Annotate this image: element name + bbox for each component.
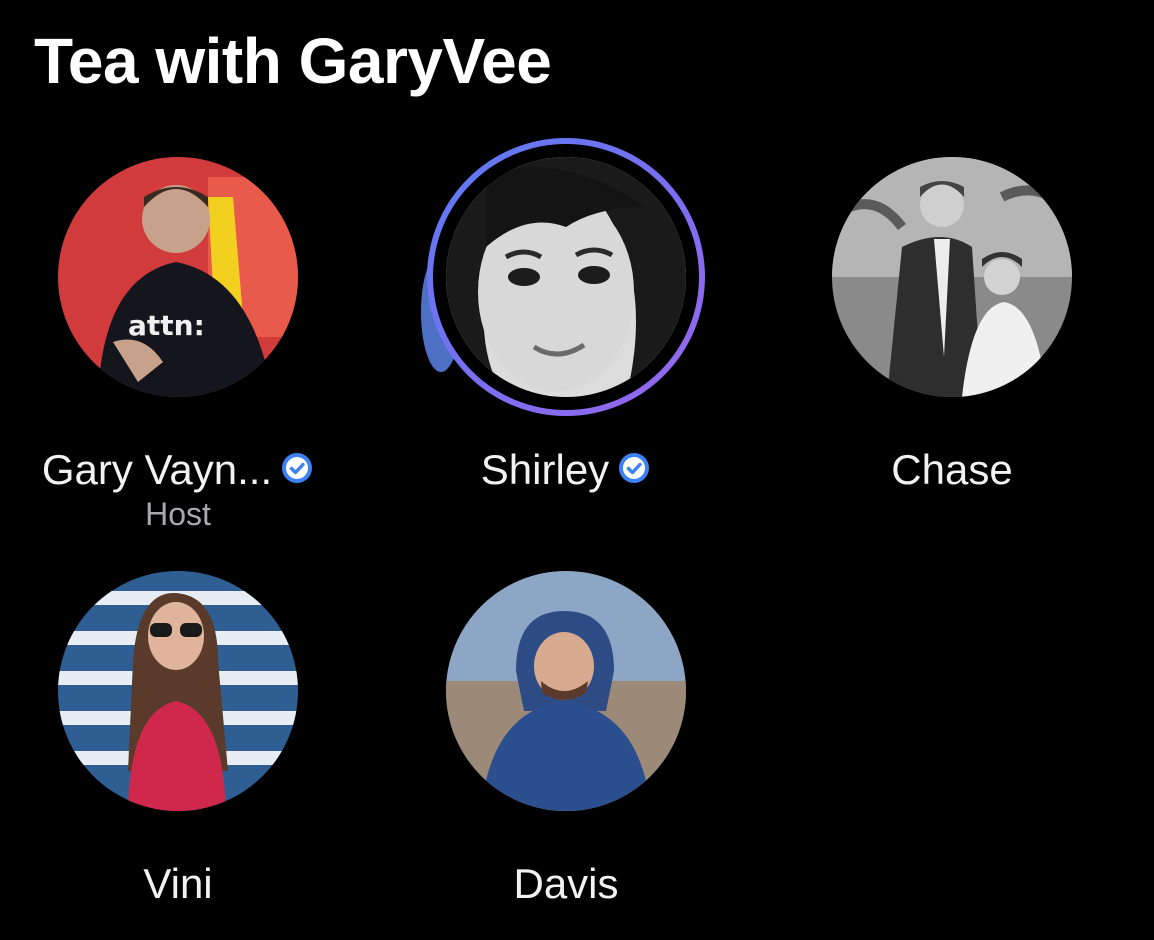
speaker-name: Davis (513, 859, 619, 907)
speaker-chase[interactable]: Chase (782, 152, 1122, 522)
verified-badge-icon (280, 451, 314, 485)
avatar-container (441, 566, 691, 816)
avatar-photo-davis (446, 571, 686, 811)
avatar[interactable] (832, 157, 1072, 397)
speaker-name: Chase (891, 445, 1013, 493)
avatar-container (53, 566, 303, 816)
speaker-name-row: Davis (396, 856, 736, 909)
avatar-photo-shirley (446, 157, 686, 397)
speaker-gary[interactable]: attn: Gary Vayn... Host (8, 152, 348, 532)
speaker-name-row: Shirley (396, 442, 736, 495)
speaker-role: Host (145, 496, 211, 532)
avatar[interactable]: attn: (58, 157, 298, 397)
speaker-davis[interactable]: Davis (396, 566, 736, 936)
verified-badge-icon (617, 451, 651, 485)
speaker-name-row: Vini (8, 856, 348, 909)
speaker-shirley[interactable]: Shirley (396, 138, 736, 522)
speaker-name-row: Chase (782, 442, 1122, 495)
svg-text:attn:: attn: (128, 309, 205, 342)
avatar[interactable] (446, 571, 686, 811)
avatar-photo-vini (58, 571, 298, 811)
speaker-name: Vini (143, 859, 213, 907)
avatar-photo-chase (832, 157, 1072, 397)
speaker-name: Shirley (480, 445, 610, 493)
avatar-container (827, 152, 1077, 402)
avatar[interactable] (58, 571, 298, 811)
speaker-vini[interactable]: Vini (8, 566, 348, 936)
speaker-name: Gary Vayn... (41, 445, 273, 493)
avatar-container (421, 138, 705, 416)
avatar-container: attn: (53, 152, 303, 402)
room-title: Tea with GaryVee (34, 25, 552, 97)
avatar[interactable] (446, 157, 686, 397)
speaker-name-row: Gary Vayn... (8, 442, 348, 495)
avatar-photo-gary: attn: (58, 157, 298, 397)
